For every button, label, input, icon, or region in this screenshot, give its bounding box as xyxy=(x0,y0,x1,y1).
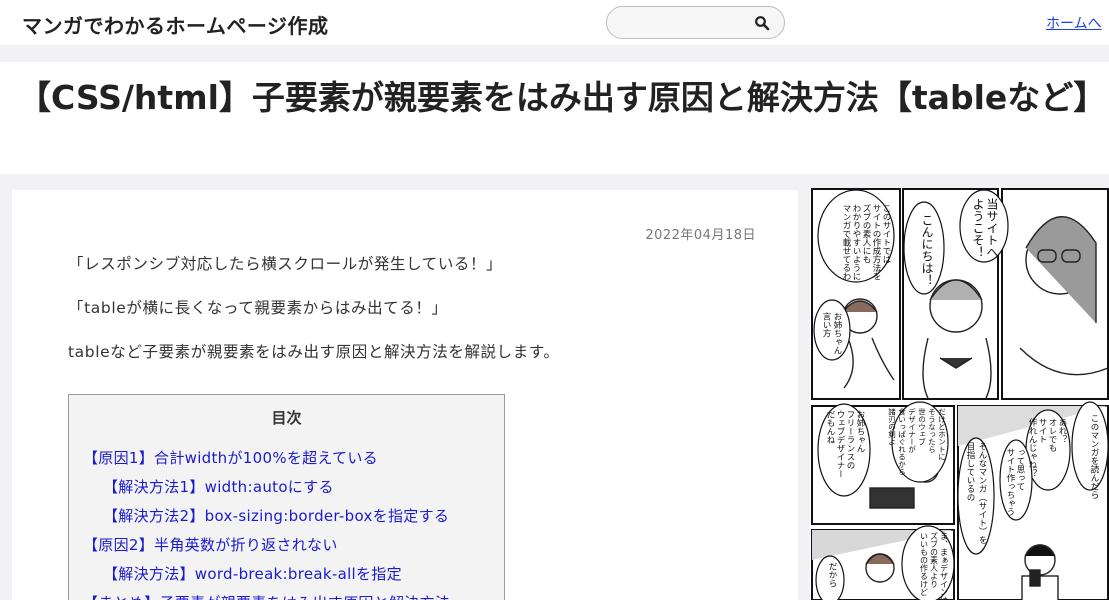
intro-paragraph-1: 「レスポンシブ対応したら横スクロールが発生している！」 xyxy=(68,255,503,273)
manga-bubble-3b: ようこそ！ xyxy=(971,198,985,258)
search-icon[interactable] xyxy=(754,15,770,31)
manga-bubble-5: このマンガを読んだら xyxy=(1089,414,1099,499)
toc-item-solution-2[interactable]: 【解決方法2】box-sizing:border-boxを指定する xyxy=(103,505,449,526)
search-input[interactable] xyxy=(617,13,747,33)
publish-date: 2022年04月18日 xyxy=(645,228,756,243)
toc-title: 目次 xyxy=(271,409,302,427)
manga-bubble-8b: 目指しているの xyxy=(965,442,975,502)
intro-paragraph-3: tableなど子要素が親要素をはみ出す原因と解決方法を解説します。 xyxy=(68,343,560,361)
toc-item-summary[interactable]: 【まとめ】子要素が親要素をはみ出す原因と解決方法 xyxy=(83,592,450,600)
manga-bubble-11: ま、まぁデザインは xyxy=(940,532,949,600)
manga-bubble-4b: 言い方 xyxy=(821,311,831,338)
search-box[interactable] xyxy=(606,6,785,39)
manga-bubble-1b: サイトの作成方法を xyxy=(871,204,881,281)
manga-bubble-10: お姉ちゃん xyxy=(855,410,865,453)
home-link[interactable]: ホームへ xyxy=(1046,13,1102,33)
manga-bubble-1c: ズブの素人にも xyxy=(861,203,871,263)
manga-bubble-11c: いいもの作るけど xyxy=(920,532,929,596)
manga-bubble-12: だから xyxy=(827,562,837,588)
toc-item-solution-3[interactable]: 【解決方法】word-break:break-allを指定 xyxy=(103,563,402,584)
manga-bubble-6d: 作れんじゃね？ xyxy=(1027,417,1037,477)
manga-bubble-3: 当サイトへ xyxy=(985,198,999,258)
manga-bubble-9c: 世のウェブ xyxy=(917,407,926,446)
toc-item-solution-1[interactable]: 【解決方法1】width:autoにする xyxy=(103,476,334,497)
manga-illustration: このサイトでは サイトの作成方法を ズブの素人にも わかりやすいように マンガで… xyxy=(810,188,1109,600)
article-body: 2022年04月18日 「レスポンシブ対応したら横スクロールが発生している！」 … xyxy=(12,190,798,600)
manga-bubble-9f: 諸刃の剣よ xyxy=(887,407,896,446)
manga-bubble-6b: オレでも xyxy=(1047,418,1057,452)
title-band: 【CSS/html】子要素が親要素をはみ出す原因と解決方法【tableなど】 xyxy=(0,62,1109,174)
toc-item-cause-2[interactable]: 【原因2】半角英数が折り返されない xyxy=(83,534,338,555)
manga-bubble-7b: サイト作っちゃう xyxy=(1005,448,1015,516)
manga-bubble-7: って思って xyxy=(1015,448,1025,491)
manga-bubble-10c: ウェブデザイナー xyxy=(835,410,845,478)
table-of-contents: 目次 【原因1】合計widthが100%を超えている 【解決方法1】width:… xyxy=(68,394,505,600)
toc-item-cause-1[interactable]: 【原因1】合計widthが100%を超えている xyxy=(83,447,378,468)
manga-bubble-6c: サイト xyxy=(1037,418,1047,444)
manga-bubble-10d: だもんね xyxy=(825,410,835,444)
page-title: 【CSS/html】子要素が親要素をはみ出す原因と解決方法【tableなど】 xyxy=(18,78,1107,117)
manga-bubble-9b: そうなったら xyxy=(928,408,937,454)
manga-bubble-9e: 食いっぱぐれるから xyxy=(897,407,906,476)
manga-bubble-4: お姉ちゃん xyxy=(832,312,842,355)
manga-bubble-9: だけどホントに xyxy=(937,408,946,461)
manga-bubble-1: このサイトでは xyxy=(881,204,891,264)
manga-bubble-2: こんにちは！ xyxy=(920,214,934,286)
manga-bubble-10b: フリーランスの xyxy=(845,410,855,470)
intro-paragraph-2: 「tableが横に長くなって親要素からはみ出てる！」 xyxy=(68,299,448,317)
manga-bubble-1e: マンガで載せてるわ xyxy=(841,204,851,281)
manga-bubble-6: あれ？ xyxy=(1057,418,1067,444)
manga-bubble-9d: デザイナーが xyxy=(907,407,916,454)
manga-bubble-1d: わかりやすいように xyxy=(851,204,861,281)
manga-bubble-11b: ズブの素人より xyxy=(930,531,939,588)
site-header: マンガでわかるホームページ作成 ホームへ xyxy=(0,0,1109,45)
site-title[interactable]: マンガでわかるホームページ作成 xyxy=(22,10,329,39)
manga-bubble-8: そんなマンガ（サイト）を xyxy=(977,442,987,544)
